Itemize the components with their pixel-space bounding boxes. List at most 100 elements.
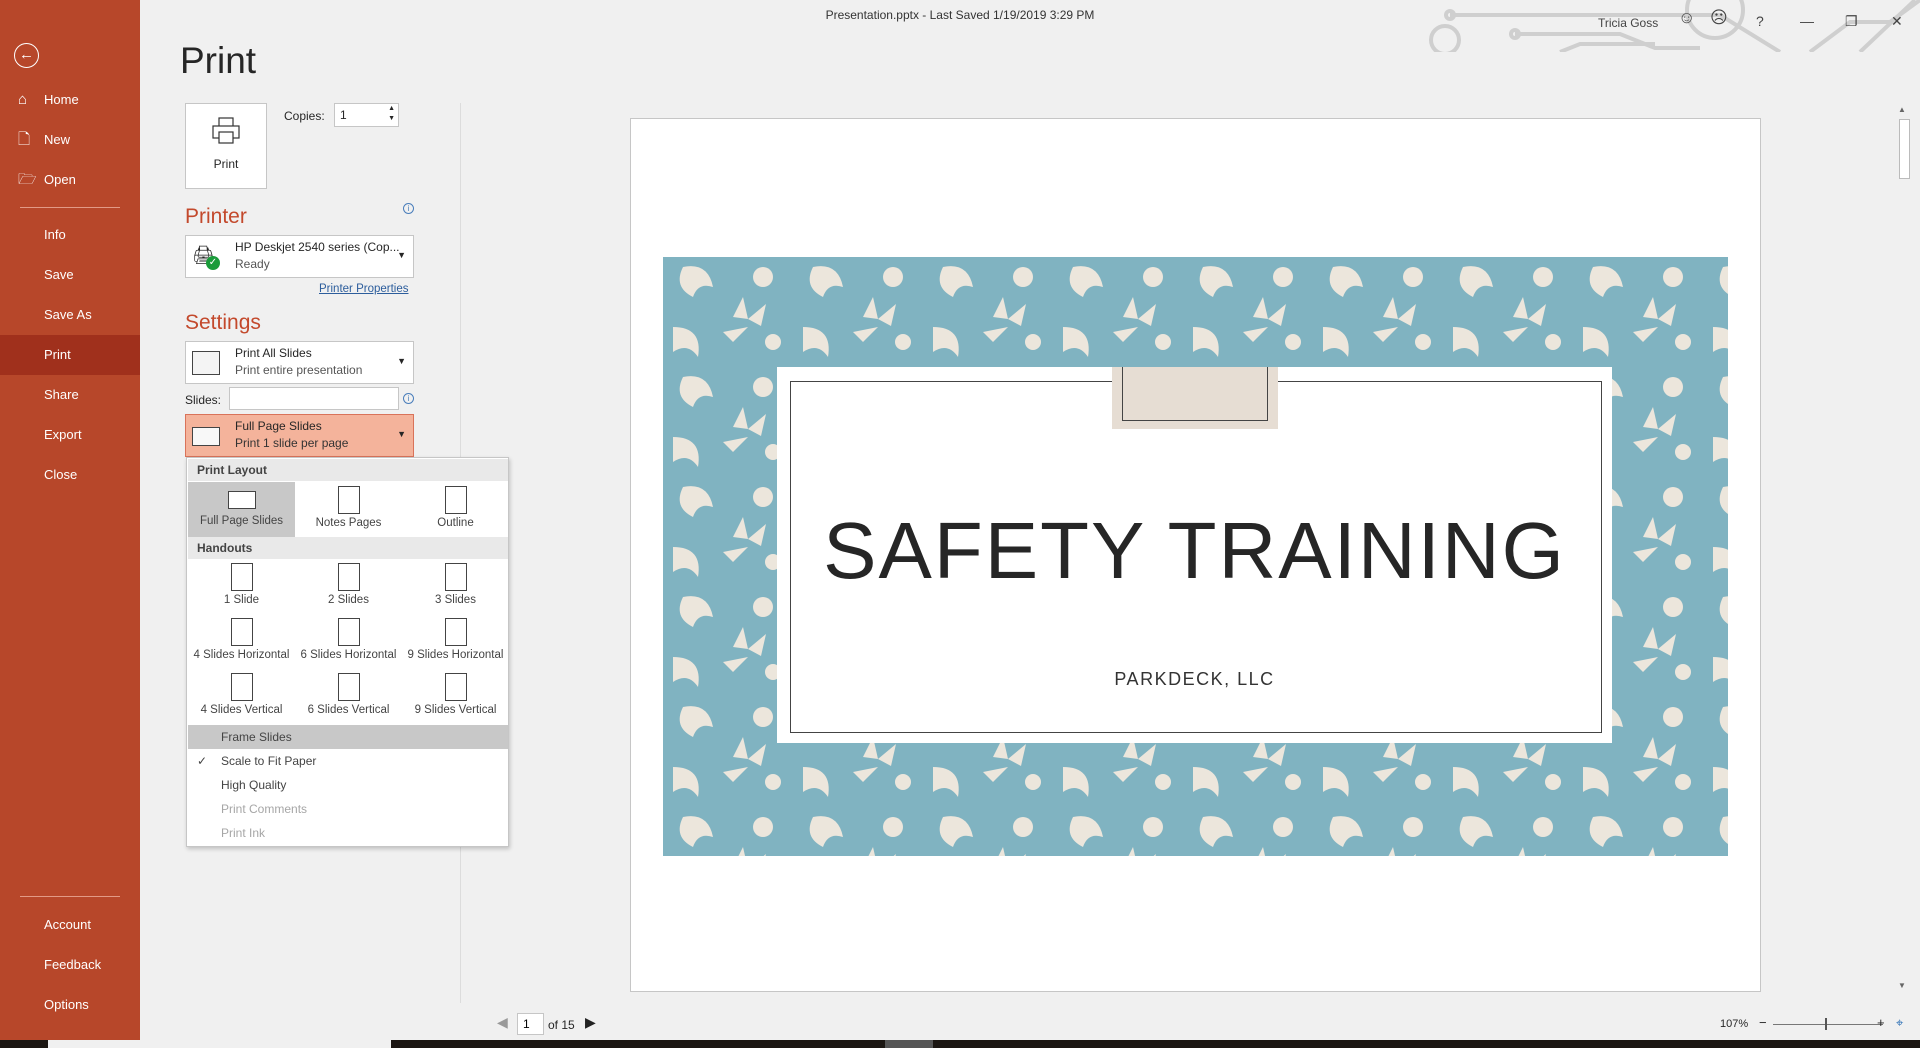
section-handouts: Handouts	[188, 537, 508, 559]
option-notes-pages[interactable]: Notes Pages	[295, 482, 402, 538]
menu-item-high-quality[interactable]: High Quality	[188, 773, 508, 797]
section-print-layout: Print Layout	[188, 459, 508, 481]
slides-icon	[192, 351, 220, 375]
back-button[interactable]: ←	[14, 43, 39, 68]
taskbar	[0, 1040, 1920, 1048]
sidebar-item-info[interactable]: Info	[0, 215, 140, 255]
option-6-slides-vertical[interactable]: 6 Slides Vertical	[295, 669, 402, 725]
window-title: Presentation.pptx - Last Saved 1/19/2019…	[825, 8, 1095, 22]
zoom-slider-thumb[interactable]	[1825, 1018, 1827, 1030]
page-number-input[interactable]	[517, 1013, 544, 1035]
frown-icon[interactable]: ☹	[1710, 3, 1728, 33]
sidebar-item-save[interactable]: Save	[0, 255, 140, 295]
sidebar-item-open[interactable]: 🗁 Open	[0, 160, 140, 200]
handout-icon	[337, 618, 360, 646]
print-preview-page: SAFETY TRAINING PARKDECK, LLC	[630, 118, 1761, 992]
print-range-dropdown[interactable]: Print All Slides Print entire presentati…	[185, 341, 414, 384]
divider	[20, 207, 120, 208]
copies-stepper[interactable]: 1 ▲ ▼	[334, 103, 399, 127]
menu-item-print-ink: Print Ink	[221, 826, 266, 840]
menu-item-print-comments: Print Comments	[221, 802, 308, 816]
handout-icon	[230, 563, 253, 591]
handout-icon	[444, 563, 467, 591]
divider	[20, 896, 120, 897]
fit-to-window-icon[interactable]: ⌖	[1896, 1015, 1903, 1031]
sidebar-item-save-as[interactable]: Save As	[0, 295, 140, 335]
zoom-level[interactable]: 107%	[1720, 1018, 1748, 1030]
option-1-slide[interactable]: 1 Slide	[188, 559, 295, 615]
printer-heading: Printer	[185, 205, 247, 228]
chevron-down-icon: ▼	[397, 356, 406, 366]
zoom-in-button[interactable]: +	[1877, 1015, 1885, 1030]
title-bar: Presentation.pptx - Last Saved 1/19/2019…	[0, 0, 1920, 52]
full-page-icon	[227, 491, 256, 509]
printer-dropdown[interactable]: 🖨 ✓ HP Deskjet 2540 series (Cop... Ready…	[185, 235, 414, 278]
sidebar-item-close[interactable]: Close	[0, 455, 140, 495]
slide-title: SAFETY TRAINING	[823, 506, 1566, 595]
sidebar-item-share[interactable]: Share	[0, 375, 140, 415]
option-2-slides[interactable]: 2 Slides	[295, 559, 402, 615]
option-9-slides-horizontal[interactable]: 9 Slides Horizontal	[402, 614, 509, 670]
zoom-out-button[interactable]: −	[1759, 1015, 1767, 1030]
option-4-slides-horizontal[interactable]: 4 Slides Horizontal	[188, 614, 295, 670]
page-title: Print	[180, 40, 257, 81]
page-count: of 15	[548, 1018, 575, 1032]
handout-icon	[337, 563, 360, 591]
print-button[interactable]: Print	[185, 103, 267, 189]
layout-menu: Print Layout Full Page Slides Notes Page…	[186, 457, 509, 847]
scrollbar-thumb[interactable]	[1899, 119, 1910, 179]
stepper-arrows[interactable]: ▲ ▼	[388, 104, 395, 124]
option-outline[interactable]: Outline	[402, 482, 509, 538]
backstage-sidebar: ← ⌂ Home 🗋 New 🗁 Open Info Save Save As Pri…	[0, 0, 140, 1040]
handout-icon	[337, 673, 360, 701]
sidebar-item-new[interactable]: 🗋 New	[0, 120, 140, 160]
info-icon[interactable]: i	[403, 203, 414, 214]
sidebar-item-print[interactable]: Print	[0, 335, 140, 375]
handout-icon	[230, 673, 253, 701]
sidebar-item-feedback[interactable]: Feedback	[0, 945, 140, 985]
smile-icon[interactable]: ☺	[1678, 3, 1695, 33]
option-4-slides-vertical[interactable]: 4 Slides Vertical	[188, 669, 295, 725]
layout-dropdown[interactable]: Full Page Slides Print 1 slide per page …	[185, 414, 414, 457]
full-page-icon	[192, 427, 220, 446]
check-icon: ✓	[206, 256, 220, 270]
user-name[interactable]: Tricia Goss	[1598, 8, 1658, 38]
notes-page-icon	[337, 486, 360, 514]
sidebar-item-home[interactable]: ⌂ Home	[0, 80, 140, 120]
menu-item-scale-to-fit[interactable]: ✓ Scale to Fit Paper	[188, 749, 508, 773]
option-full-page-slides[interactable]: Full Page Slides	[188, 482, 295, 538]
folder-open-icon: 🗁	[18, 171, 37, 188]
new-document-icon: 🗋	[18, 131, 31, 148]
option-6-slides-horizontal[interactable]: 6 Slides Horizontal	[295, 614, 402, 670]
sidebar-item-account[interactable]: Account	[0, 905, 140, 945]
menu-item-frame-slides[interactable]: Frame Slides	[188, 725, 508, 749]
printer-icon	[212, 117, 240, 144]
next-page-button[interactable]: ▶	[585, 1014, 596, 1031]
printer-properties-link[interactable]: Printer Properties	[319, 283, 408, 295]
handout-icon	[444, 618, 467, 646]
sidebar-item-options[interactable]: Options	[0, 985, 140, 1025]
sidebar-item-export[interactable]: Export	[0, 415, 140, 455]
minimize-button[interactable]: —	[1800, 6, 1814, 36]
slide-title-box: SAFETY TRAINING PARKDECK, LLC	[777, 367, 1612, 743]
previous-page-button[interactable]: ◀	[497, 1014, 508, 1031]
outline-icon	[444, 486, 467, 514]
option-9-slides-vertical[interactable]: 9 Slides Vertical	[402, 669, 509, 725]
restore-button[interactable]: ❐	[1845, 6, 1858, 36]
chevron-down-icon: ▼	[397, 429, 406, 439]
slides-input[interactable]	[229, 387, 399, 410]
settings-heading: Settings	[185, 311, 261, 334]
handout-icon	[230, 618, 253, 646]
close-button[interactable]: ✕	[1891, 6, 1903, 36]
home-icon: ⌂	[18, 91, 28, 108]
vertical-scrollbar[interactable]: ▲ ▼	[1898, 105, 1911, 990]
handout-icon	[444, 673, 467, 701]
zoom-slider[interactable]	[1773, 1024, 1883, 1025]
help-button[interactable]: ?	[1756, 6, 1764, 36]
option-3-slides[interactable]: 3 Slides	[402, 559, 509, 615]
chevron-down-icon: ▼	[397, 250, 406, 260]
copies-label: Copies:	[284, 109, 325, 123]
slides-label: Slides:	[185, 393, 222, 407]
checkmark-icon: ✓	[197, 754, 208, 768]
info-icon[interactable]: i	[403, 393, 414, 404]
